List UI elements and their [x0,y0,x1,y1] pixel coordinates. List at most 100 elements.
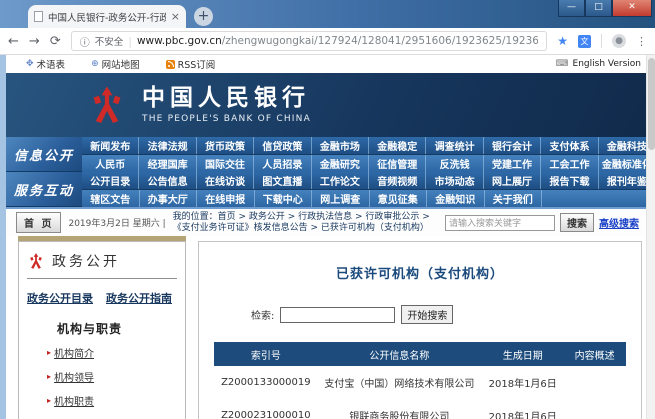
breadcrumb[interactable]: 我的位置：首页 > 政务公开 > 行政执法信息 > 行政审批公示 > 《支付业务… [173,212,438,234]
close-button[interactable]: ✕ [612,0,652,17]
nav-item[interactable]: 网上展厅 [483,172,540,189]
col-index-number: 索引号 [214,342,317,366]
nav-block-services: 服务互动 公开目录 公告信息 在线访谈 图文直播 工作论文 音频视频 市场动态 … [6,172,655,207]
nav-item[interactable]: 金融知识 [426,190,484,207]
browser-tab[interactable]: 中国人民银行-政务公开-行政执 × [28,5,186,28]
nav-item[interactable]: 新闻发布 [82,137,138,154]
maximize-button[interactable]: □ [585,0,612,17]
scrollbar-thumb[interactable] [648,58,655,150]
profile-avatar-icon[interactable]: ● [612,34,626,48]
nav-item[interactable]: 报告下载 [540,172,597,189]
nav-item[interactable]: 人员招录 [253,155,310,172]
tab-title: 中国人民银行-政务公开-行政执 [48,10,166,24]
site-search-input[interactable] [445,215,555,231]
nav-row: 辖区文告 办事大厅 在线申报 下载中心 网上调查 意见征集 金融知识 关于我们 [82,189,655,207]
nav-item[interactable]: 经理国库 [138,155,195,172]
chrome-menu-icon[interactable]: ⋮ [636,35,647,48]
sidebar-link-catalog[interactable]: 政务公开目录 [27,290,93,306]
sidebar-item-org-leaders[interactable]: ▸ 机构领导 [47,369,177,384]
sidebar-item-org-intro[interactable]: ▸ 机构简介 [47,345,177,360]
nav-item[interactable]: 音频视频 [368,172,425,189]
nav-label-info-disclosure[interactable]: 信息公开 [6,137,82,172]
reload-icon[interactable]: ⟳ [50,35,61,48]
triangle-bullet-icon: ▸ [47,372,51,381]
browser-titlebar: 中国人民银行-政务公开-行政执 × + — □ ✕ [0,0,655,28]
nav-block-info-disclosure: 信息公开 新闻发布 法律法规 货币政策 信贷政策 金融市场 金融稳定 调查统计 … [6,137,655,172]
glossary-link[interactable]: ✥ 术语表 [26,57,65,71]
globe-icon: ⊕ [91,59,99,69]
cell-name[interactable]: 支付宝（中国）网络技术有限公司 [317,366,481,399]
nav-item[interactable]: 办事大厅 [139,190,197,207]
table-row: Z2000133000019 支付宝（中国）网络技术有限公司 2018年1月6日 [214,366,625,399]
nav-item[interactable]: 金融研究 [311,155,368,172]
nav-item[interactable]: 图文直播 [253,172,310,189]
nav-item[interactable]: 支付体系 [540,137,597,154]
nav-item[interactable]: 银行会计 [483,137,540,154]
minimize-button[interactable]: — [558,0,585,17]
nav-item[interactable]: 在线申报 [196,190,254,207]
nav-label-services[interactable]: 服务互动 [6,172,82,207]
url-omnibox[interactable]: ⓘ 不安全 | www.pbc.gov.cn/zhengwugongkai/12… [71,31,548,51]
tab-close-icon[interactable]: × [171,11,180,22]
nav-item[interactable]: 关于我们 [484,190,542,207]
rss-link[interactable]: RSS订阅 [166,57,216,71]
triangle-bullet-icon: ▸ [47,396,51,405]
home-button[interactable]: 首 页 [16,212,61,233]
pbc-logo-icon [86,84,128,126]
bookmark-star-icon[interactable]: ★ [557,34,568,48]
english-version-link[interactable]: ⌨ English Version [556,59,641,69]
nav-item[interactable]: 信贷政策 [253,137,310,154]
nav-item[interactable]: 公告信息 [138,172,195,189]
table-row: Z2000231000010 银联商务股份有限公司 2018年1月6日 [214,399,625,419]
pbc-logo-small-icon [27,252,45,270]
nav-item[interactable]: 反洗钱 [425,155,482,172]
main-panel: 已获许可机构（支付机构） 检索: 开始搜索 索引号 公开信息名称 生成日期 内容… [198,241,642,419]
page-viewport: ✥ 术语表 ⊕ 网站地图 RSS订阅 ⌨ English Version [0,55,655,419]
nav-item[interactable]: 在线访谈 [196,172,253,189]
nav-item[interactable]: 调查统计 [425,137,482,154]
nav-item[interactable]: 意见征集 [369,190,427,207]
info-icon[interactable]: ⓘ [80,34,90,49]
nav-row: 公开目录 公告信息 在线访谈 图文直播 工作论文 音频视频 市场动态 网上展厅 … [82,172,655,189]
nav-item[interactable]: 下载中心 [254,190,312,207]
col-date: 生成日期 [482,342,564,366]
nav-item[interactable]: 人民币 [82,155,138,172]
advanced-search-link[interactable]: 高级搜索 [599,215,639,230]
toolbar-divider [601,34,602,48]
back-icon[interactable]: ← [8,35,19,48]
retrieval-input[interactable] [280,307,395,323]
new-tab-button[interactable]: + [194,7,213,26]
nav-item[interactable]: 法律法规 [138,137,195,154]
col-info-name: 公开信息名称 [317,342,481,366]
date-text: 2019年3月2日 星期六 | [68,216,165,229]
site-search-button[interactable]: 搜索 [560,213,594,232]
sidebar-title: 政务公开 [52,251,120,271]
sidebar-item-org-duties[interactable]: ▸ 机构职责 [47,393,177,408]
forward-icon[interactable]: → [29,35,40,48]
sidebar-link-guide[interactable]: 政务公开指南 [106,290,172,306]
nav-item[interactable]: 货币政策 [196,137,253,154]
nav-item[interactable]: 工会工作 [540,155,597,172]
col-summary: 内容概述 [564,342,626,366]
nav-item[interactable]: 工作论文 [311,172,368,189]
translate-icon[interactable]: 文 [578,35,591,48]
nav-item[interactable]: 公开目录 [82,172,138,189]
nav-item[interactable]: 金融市场 [311,137,368,154]
nav-item[interactable]: 国际交往 [196,155,253,172]
start-search-button[interactable]: 开始搜索 [401,305,453,324]
nav-item[interactable]: 市场动态 [425,172,482,189]
nav-item[interactable]: 党建工作 [483,155,540,172]
bank-name-en: THE PEOPLE'S BANK OF CHINA [142,114,311,124]
sidebar: 政务公开 政务公开目录 政务公开指南 机构与职责 ▸ 机构简介 ▸ 机构领导 [18,236,186,419]
sitemap-link[interactable]: ⊕ 网站地图 [91,57,140,71]
page-scrollbar[interactable] [646,55,655,419]
nav-item[interactable]: 金融稳定 [368,137,425,154]
nav-item[interactable]: 征信管理 [368,155,425,172]
nav-item[interactable]: 网上调查 [311,190,369,207]
nav-item[interactable]: 辖区文告 [82,190,139,207]
cell-name[interactable]: 银联商务股份有限公司 [317,399,481,419]
cell-date: 2018年1月6日 [482,366,564,399]
sidebar-header: 政务公开 [27,251,177,279]
site-utility-bar: ✥ 术语表 ⊕ 网站地图 RSS订阅 ⌨ English Version [6,55,655,73]
page-title: 已获许可机构（支付机构） [199,263,641,282]
